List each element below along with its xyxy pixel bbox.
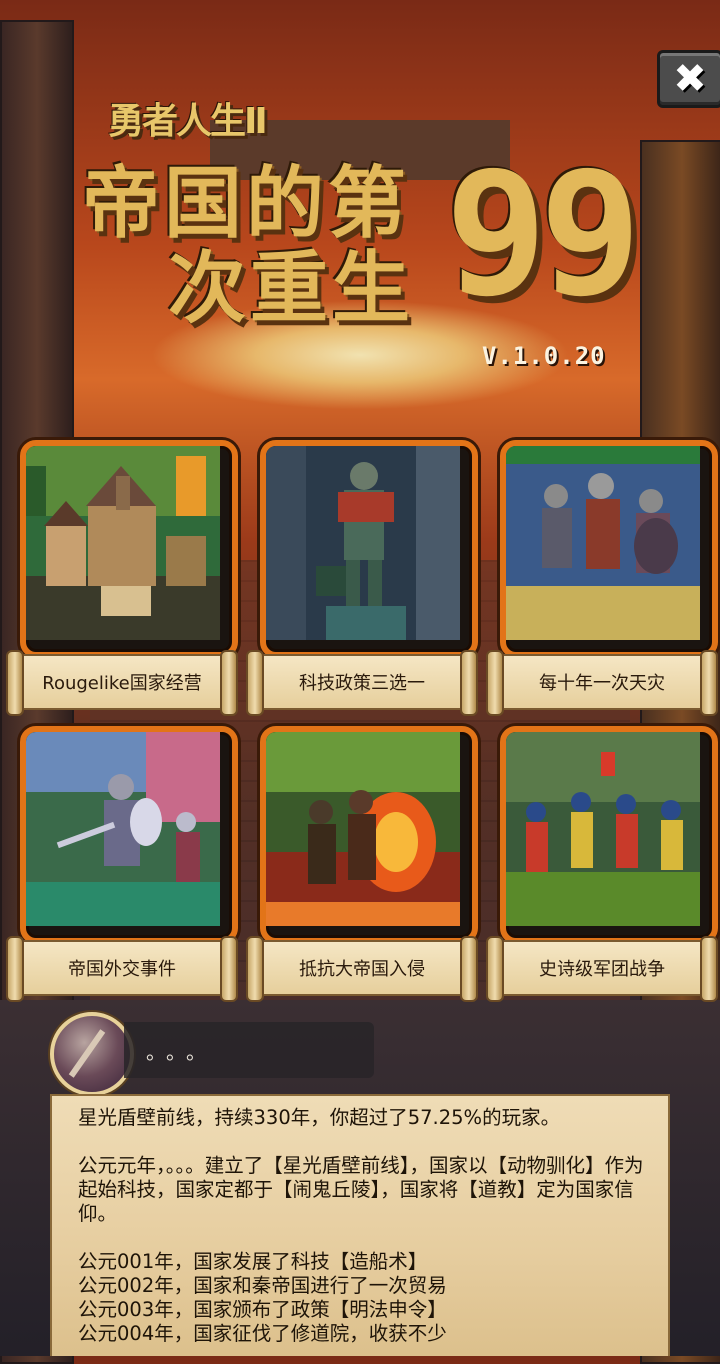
feature-label: 史诗级军团战争 (539, 959, 665, 980)
feature-card-6: 史诗级军团战争 (486, 726, 718, 1036)
chat-text: 。。。 (146, 1039, 216, 1064)
knight-statue-icon (266, 446, 460, 640)
feature-label-scroll: 每十年一次天灾 (486, 650, 718, 716)
log-entry: 公元004年，国家征伐了修道院，收获不少 (78, 1322, 447, 1345)
feature-art-frame (500, 440, 718, 658)
game-subtitle: 勇者人生Ⅱ (108, 101, 268, 142)
feature-art-frame (20, 726, 238, 944)
feature-label-scroll: 史诗级军团战争 (486, 936, 718, 1002)
army-march-icon (506, 732, 700, 926)
game-title-number: 99 (445, 136, 642, 334)
log-founding: 公元元年，。。。建立了【星光盾壁前线】，国家以【动物驯化】作为起始科技，国家定都… (78, 1154, 644, 1225)
chat-bubble: 。。。 (124, 1022, 374, 1078)
feature-label: 科技政策三选一 (299, 673, 425, 694)
game-title-line2: 次重生 (168, 244, 415, 334)
feature-card-2: 科技政策三选一 (246, 440, 478, 750)
feature-label-scroll: Rougelike国家经营 (6, 650, 238, 716)
feature-art-frame (500, 726, 718, 944)
close-icon: ✖ (673, 56, 707, 102)
game-title-line1: 帝国的第 (82, 159, 411, 249)
feature-art-frame (260, 440, 478, 658)
feature-card-3: 每十年一次天灾 (486, 440, 718, 750)
feature-label: 抵抗大帝国入侵 (299, 959, 425, 980)
log-entry: 公元002年，国家和秦帝国进行了一次贸易 (78, 1274, 447, 1297)
log-summary: 星光盾壁前线，持续330年，你超过了57.25%的玩家。 (78, 1106, 561, 1129)
feature-label-scroll: 科技政策三选一 (246, 650, 478, 716)
log-entry: 公元001年，国家发展了科技【造船术】 (78, 1250, 428, 1273)
soldiers-charge-icon (506, 446, 700, 640)
history-log[interactable]: 星光盾壁前线，持续330年，你超过了57.25%的玩家。 公元元年，。。。建立了… (50, 1094, 670, 1356)
knight-duel-icon (26, 732, 220, 926)
burning-battle-icon (266, 732, 460, 926)
feature-label: 每十年一次天灾 (539, 673, 665, 694)
feature-card-5: 抵抗大帝国入侵 (246, 726, 478, 1036)
feature-art-frame (20, 440, 238, 658)
feature-art-frame (260, 726, 478, 944)
avatar[interactable] (50, 1012, 134, 1096)
log-entry: 公元003年，国家颁布了政策【明法申令】 (78, 1298, 447, 1321)
feature-label-scroll: 抵抗大帝国入侵 (246, 936, 478, 1002)
feature-card-1: Rougelike国家经营 (6, 440, 238, 750)
feature-label-scroll: 帝国外交事件 (6, 936, 238, 1002)
medieval-town-icon (26, 446, 220, 640)
version-label: V.1.0.20 (482, 342, 606, 370)
close-button[interactable]: ✖ (657, 50, 720, 108)
feature-card-4: 帝国外交事件 (6, 726, 238, 1036)
feature-label: 帝国外交事件 (68, 959, 176, 980)
feature-label: Rougelike国家经营 (42, 673, 202, 694)
